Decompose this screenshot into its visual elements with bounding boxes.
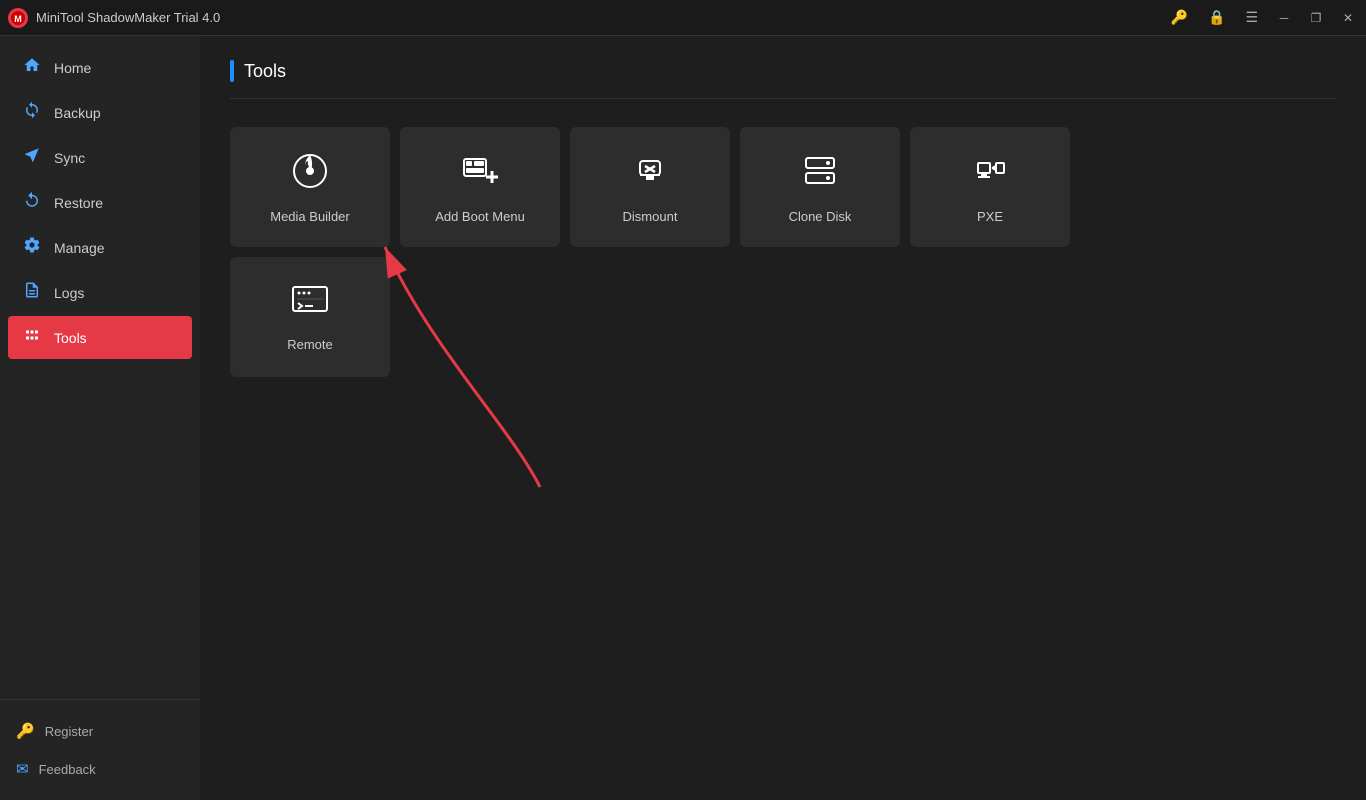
tool-label-dismount: Dismount <box>623 209 678 224</box>
tools-grid: Media Builder <box>230 127 1336 247</box>
sidebar-label-logs: Logs <box>54 285 84 301</box>
sidebar-item-logs[interactable]: Logs <box>8 271 192 314</box>
main-layout: Home Backup Sync <box>0 36 1366 800</box>
sidebar-label-manage: Manage <box>54 240 105 256</box>
sidebar-label-tools: Tools <box>54 330 87 346</box>
menu-icon[interactable]: ☰ <box>1241 7 1262 28</box>
sidebar-item-backup[interactable]: Backup <box>8 91 192 134</box>
title-accent <box>230 60 234 82</box>
title-bar-left: M MiniTool ShadowMaker Trial 4.0 <box>8 8 220 28</box>
content-area: Tools Media Builder <box>200 36 1366 800</box>
tool-label-clone-disk: Clone Disk <box>789 209 852 224</box>
sidebar: Home Backup Sync <box>0 36 200 800</box>
sidebar-label-sync: Sync <box>54 150 85 166</box>
tool-label-pxe: PXE <box>977 209 1003 224</box>
sidebar-item-register[interactable]: 🔑 Register <box>16 716 184 746</box>
sidebar-label-home: Home <box>54 60 91 76</box>
sidebar-item-home[interactable]: Home <box>8 46 192 89</box>
register-label: Register <box>45 724 93 739</box>
page-title: Tools <box>244 61 286 82</box>
svg-text:M: M <box>14 14 22 24</box>
lock-icon[interactable]: 🔒 <box>1204 7 1229 28</box>
tool-card-add-boot-menu[interactable]: Add Boot Menu <box>400 127 560 247</box>
tool-card-pxe[interactable]: PXE <box>910 127 1070 247</box>
clone-disk-icon <box>800 151 840 199</box>
dismount-icon <box>630 151 670 199</box>
add-boot-menu-icon <box>460 151 500 199</box>
sidebar-bottom: 🔑 Register ✉ Feedback <box>0 699 200 800</box>
sidebar-item-feedback[interactable]: ✉ Feedback <box>16 754 184 784</box>
feedback-icon: ✉ <box>16 760 29 778</box>
tool-card-clone-disk[interactable]: Clone Disk <box>740 127 900 247</box>
app-icon: M <box>8 8 28 28</box>
title-bar-controls: 🔑 🔒 ☰ ─ ❐ ✕ <box>1167 7 1358 28</box>
media-builder-icon <box>290 151 330 199</box>
backup-icon <box>22 101 42 124</box>
title-bar: M MiniTool ShadowMaker Trial 4.0 🔑 🔒 ☰ ─… <box>0 0 1366 36</box>
manage-icon <box>22 236 42 259</box>
logs-icon <box>22 281 42 304</box>
app-title: MiniTool ShadowMaker Trial 4.0 <box>36 10 220 25</box>
pxe-icon <box>970 151 1010 199</box>
tools-row2: Remote <box>230 257 1336 377</box>
sidebar-nav: Home Backup Sync <box>0 46 200 699</box>
sidebar-item-manage[interactable]: Manage <box>8 226 192 269</box>
restore-button[interactable]: ❐ <box>1306 8 1326 28</box>
close-button[interactable]: ✕ <box>1338 8 1358 28</box>
tool-label-add-boot-menu: Add Boot Menu <box>435 209 525 224</box>
remote-icon <box>291 283 329 327</box>
tool-card-remote[interactable]: Remote <box>230 257 390 377</box>
sidebar-label-restore: Restore <box>54 195 103 211</box>
sidebar-label-backup: Backup <box>54 105 101 121</box>
sidebar-item-sync[interactable]: Sync <box>8 136 192 179</box>
restore-icon <box>22 191 42 214</box>
register-icon: 🔑 <box>16 722 35 740</box>
sidebar-item-tools[interactable]: Tools <box>8 316 192 359</box>
tool-card-media-builder[interactable]: Media Builder <box>230 127 390 247</box>
tool-card-dismount[interactable]: Dismount <box>570 127 730 247</box>
tool-label-remote: Remote <box>287 337 333 352</box>
tools-icon <box>22 326 42 349</box>
key-icon[interactable]: 🔑 <box>1167 7 1192 28</box>
tool-label-media-builder: Media Builder <box>270 209 350 224</box>
page-title-bar: Tools <box>230 60 1336 99</box>
minimize-button[interactable]: ─ <box>1274 8 1294 28</box>
sidebar-item-restore[interactable]: Restore <box>8 181 192 224</box>
home-icon <box>22 56 42 79</box>
feedback-label: Feedback <box>39 762 96 777</box>
sync-icon <box>22 146 42 169</box>
